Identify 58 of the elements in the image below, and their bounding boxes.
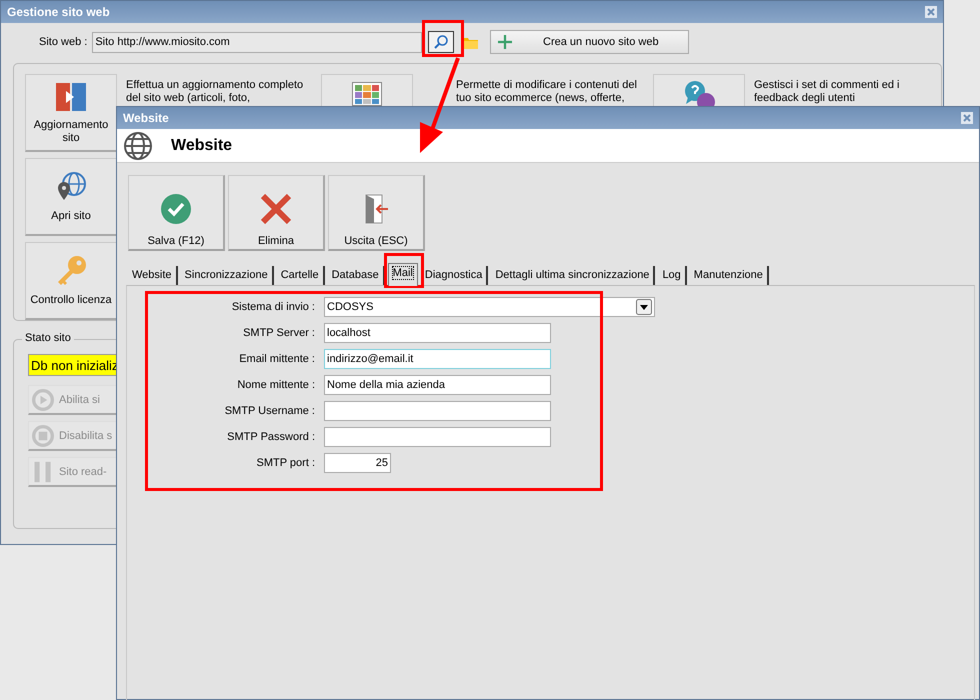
field-label: SMTP Server : [242, 327, 316, 339]
group-title: Stato sito [22, 332, 74, 344]
input-field[interactable]: indirizzo@email.it [324, 349, 551, 369]
site-field[interactable]: Sito http://www.miosito.com [92, 32, 422, 52]
tab[interactable]: Log [658, 266, 687, 285]
window-title: Website [123, 111, 169, 125]
tile-description: Gestisci i set di commenti ed i feedback degli utenti [754, 79, 900, 105]
tile-description: Effettua un aggiornamento completo del sito web (articoli, foto, [126, 79, 304, 105]
field-label: SMTP Password : [226, 431, 316, 443]
input-field[interactable]: localhost [324, 323, 551, 343]
new-site-button[interactable]: Crea un nuovo sito web [490, 30, 690, 54]
status-field: Db non inizializ [28, 354, 118, 376]
tab[interactable]: Mail [388, 263, 418, 286]
tile-description: Permette di modificare i contenuti del tuo sito ecommerce (news, offerte, [456, 79, 638, 105]
header-title: Website [171, 136, 232, 154]
field-label: SMTP port : [256, 457, 316, 469]
highlight-frame [422, 20, 464, 57]
module-button[interactable] [653, 74, 745, 108]
delete-button[interactable]: Elimina [228, 175, 325, 251]
open-site-button[interactable]: Apri sito [25, 158, 117, 236]
window-title: Gestione sito web [7, 5, 110, 19]
tab[interactable]: Diagnostica [420, 266, 488, 285]
tab[interactable]: Sincronizzazione [180, 266, 274, 285]
update-site-button[interactable]: Aggiornamento sito [25, 74, 117, 152]
tab[interactable]: Cartelle [276, 266, 325, 285]
cross-icon [260, 193, 292, 225]
input-field[interactable] [324, 401, 551, 421]
stop-icon [32, 424, 54, 446]
close-icon[interactable] [961, 112, 973, 124]
arrow-panel-icon [55, 80, 87, 112]
field-label: Nome mittente : [236, 379, 316, 391]
highlight-frame [384, 253, 424, 288]
input-field[interactable]: Nome della mia azienda [324, 375, 551, 395]
field-label: Sito web : [39, 36, 88, 48]
dropdown-field[interactable]: CDOSYS [324, 297, 655, 317]
search-button[interactable] [428, 31, 454, 53]
tab[interactable]: Website [128, 266, 178, 285]
tab[interactable]: Dettagli ultima sincronizzazione [491, 266, 656, 285]
chat-bubbles-icon [683, 80, 715, 106]
input-field[interactable] [324, 427, 551, 447]
exit-button[interactable]: Uscita (ESC) [328, 175, 425, 251]
folder-icon[interactable] [462, 36, 478, 48]
license-button[interactable]: Controllo licenza [25, 242, 117, 320]
globe-icon [123, 130, 153, 160]
close-icon[interactable] [925, 6, 937, 18]
input-field[interactable]: 25 [324, 453, 391, 473]
play-icon [32, 388, 54, 410]
tab[interactable]: Manutenzione [690, 266, 769, 285]
field-label: Email mittente : [238, 353, 316, 365]
check-circle-icon [160, 193, 192, 225]
tab[interactable]: Database [328, 266, 385, 285]
module-button[interactable] [321, 74, 413, 108]
color-grid-icon [352, 82, 382, 106]
field-label: Sistema di invio : [230, 301, 316, 313]
search-icon [433, 34, 450, 50]
plus-icon [497, 34, 514, 50]
save-button[interactable]: Salva (F12) [128, 175, 225, 251]
field-label: SMTP Username : [224, 405, 316, 417]
